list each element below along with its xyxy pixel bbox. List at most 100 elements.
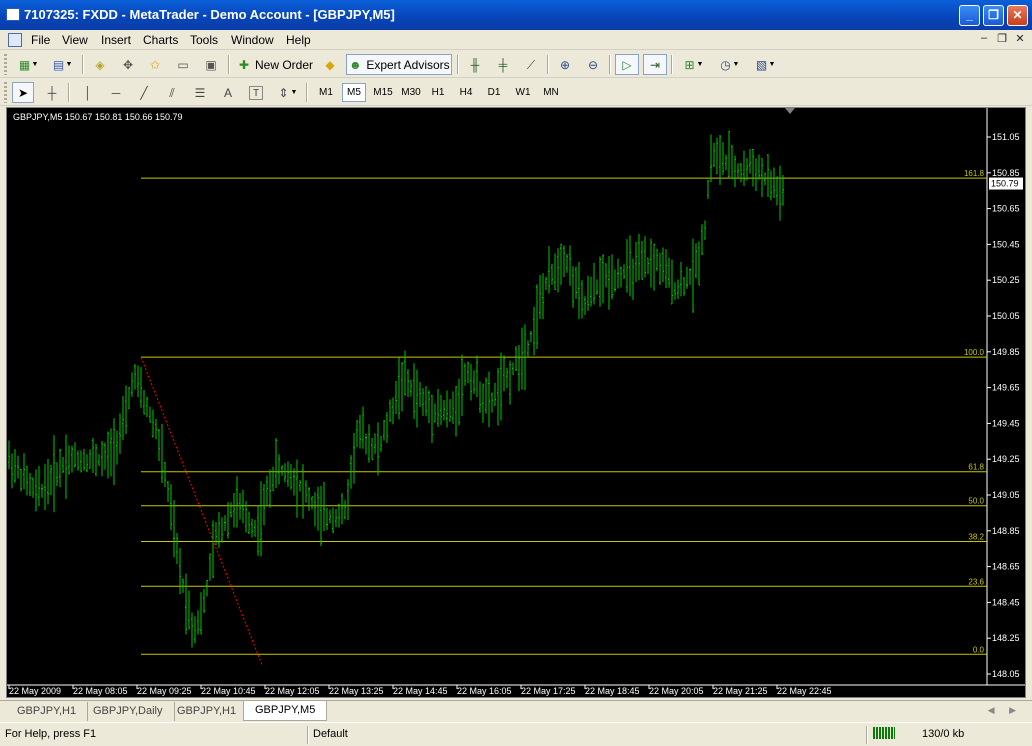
expert-advisors-button[interactable]: ☻ Expert Advisors — [346, 54, 452, 75]
metaeditor-button[interactable]: ◆ — [318, 54, 342, 75]
fibonacci-tool[interactable]: ☰ — [188, 82, 212, 103]
autoscroll-icon: ▷ — [622, 57, 632, 72]
menu-file[interactable]: File — [31, 33, 50, 47]
trendline-tool[interactable]: ╱ — [132, 82, 156, 103]
timeframe-h1[interactable]: H1 — [426, 83, 450, 102]
timeframe-m1[interactable]: M1 — [314, 83, 338, 102]
strategy-tester-button[interactable]: ▣ — [199, 54, 223, 75]
navigator-button[interactable]: ✩ — [143, 54, 167, 75]
toolbar-grip[interactable] — [4, 54, 7, 75]
equidistant-channel-tool[interactable]: ⫽ — [160, 82, 184, 103]
menu-charts[interactable]: Charts — [143, 33, 178, 47]
data-window-button[interactable]: ✥ — [116, 54, 140, 75]
bar-chart-button[interactable]: ╫ — [463, 54, 487, 75]
new-order-button[interactable]: ✚ New Order — [234, 54, 316, 75]
menu-help[interactable]: Help — [286, 33, 311, 47]
tab-gbpjpy-h1[interactable]: GBPJPY,H1 — [6, 702, 89, 721]
market-watch-icon: ◈ — [95, 57, 105, 72]
text-tool[interactable]: A — [216, 82, 240, 103]
chart-shift-button[interactable]: ⇥ — [643, 54, 667, 75]
price-label: 150.05 — [992, 311, 1020, 321]
templates-button[interactable]: ▧ ▼ — [749, 54, 781, 75]
maximize-button[interactable]: ❐ — [983, 5, 1004, 26]
dropdown-arrow-icon: ▼ — [31, 61, 39, 68]
menu-tools[interactable]: Tools — [190, 33, 218, 47]
time-label: 22 May 12:05 — [265, 686, 320, 696]
clock-icon: ◷ — [720, 57, 731, 72]
timeframe-h4[interactable]: H4 — [454, 83, 478, 102]
timeframe-m5[interactable]: M5 — [342, 83, 366, 102]
tab-gbpjpy-m5[interactable]: GBPJPY,M5 — [243, 701, 328, 721]
separator — [609, 55, 611, 74]
zoom-in-button[interactable]: ⊕ — [553, 54, 577, 75]
chart-window[interactable]: GBPJPY,M5 150.67 150.81 150.66 150.79 15… — [6, 107, 1026, 698]
tab-gbpjpy-h1-2[interactable]: GBPJPY,H1 — [166, 702, 249, 721]
fib-level-label: 61.8 — [968, 463, 984, 472]
candlestick-button[interactable]: ╪ — [491, 54, 515, 75]
chart-shift-marker — [785, 108, 795, 114]
separator — [82, 55, 84, 74]
status-profile[interactable]: Default — [313, 726, 348, 744]
tab-gbpjpy-daily[interactable]: GBPJPY,Daily — [82, 702, 175, 721]
mdi-restore-button[interactable]: ❐ — [995, 32, 1009, 45]
trendline-icon: ╱ — [140, 85, 148, 100]
time-label: 22 May 17:25 — [521, 686, 576, 696]
price-label: 148.85 — [992, 526, 1020, 536]
profiles-button[interactable]: ▤ ▼ — [46, 54, 78, 75]
minimize-button[interactable]: _ — [959, 5, 980, 26]
price-label: 149.85 — [992, 347, 1020, 357]
crosshair-tool[interactable]: ┼ — [40, 82, 64, 103]
status-divider — [307, 726, 309, 744]
timeframe-m15[interactable]: M15 — [370, 83, 396, 102]
crosshair-icon: ┼ — [47, 85, 57, 100]
title-bar[interactable]: 7107325: FXDD - MetaTrader - Demo Accoun… — [0, 0, 1032, 30]
market-watch-button[interactable]: ◈ — [88, 54, 112, 75]
menu-window[interactable]: Window — [231, 33, 274, 47]
menu-view[interactable]: View — [62, 33, 88, 47]
fib-level-label: 23.6 — [968, 577, 984, 586]
cursor-tool[interactable]: ➤ — [12, 82, 34, 103]
mdi-minimize-button[interactable]: – — [977, 32, 991, 44]
timeframe-w1[interactable]: W1 — [510, 83, 536, 102]
arrow-cursor-icon: ➤ — [17, 85, 29, 100]
document-icon[interactable] — [8, 33, 22, 47]
indicators-button[interactable]: ⊞ ▼ — [677, 54, 709, 75]
toolbar-grip[interactable] — [4, 82, 7, 103]
time-label: 22 May 08:05 — [73, 686, 128, 696]
expert-advisors-icon: ☻ — [348, 57, 362, 72]
price-chart[interactable]: GBPJPY,M5 150.67 150.81 150.66 150.79 15… — [7, 108, 1025, 697]
time-label: 22 May 20:05 — [649, 686, 704, 696]
arrows-icon: ⇕ — [278, 85, 289, 100]
separator — [228, 55, 230, 74]
connection-status-icon[interactable] — [873, 727, 895, 739]
zoom-out-button[interactable]: ⊖ — [581, 54, 605, 75]
timeframe-d1[interactable]: D1 — [482, 83, 506, 102]
line-chart-button[interactable]: ⟋ — [519, 54, 543, 75]
line-chart-icon: ⟋ — [526, 57, 536, 72]
mdi-close-button[interactable]: ✕ — [1013, 32, 1027, 45]
autoscroll-button[interactable]: ▷ — [615, 54, 639, 75]
candlestick-icon: ╪ — [498, 57, 508, 72]
price-label: 151.05 — [992, 132, 1020, 142]
text-label-tool[interactable]: T — [244, 82, 268, 103]
terminal-button[interactable]: ▭ — [171, 54, 195, 75]
chart-header: GBPJPY,M5 150.67 150.81 150.66 150.79 — [13, 112, 182, 122]
new-chart-button[interactable]: ▦ ▼ — [12, 54, 44, 75]
dropdown-arrow-icon: ▼ — [768, 61, 776, 68]
timeframe-m30[interactable]: M30 — [398, 83, 424, 102]
vertical-line-tool[interactable]: │ — [76, 82, 100, 103]
arrows-tool[interactable]: ⇕ ▼ — [272, 82, 302, 103]
time-label: 22 May 22:45 — [777, 686, 832, 696]
tab-scroll-arrows[interactable]: ◀ ▶ — [988, 705, 1022, 716]
menu-insert[interactable]: Insert — [101, 33, 131, 47]
bar-chart-icon: ╫ — [470, 57, 480, 72]
dropdown-arrow-icon: ▼ — [65, 61, 73, 68]
horizontal-line-tool[interactable]: ─ — [104, 82, 128, 103]
profiles-icon: ▤ — [52, 57, 65, 72]
price-label: 148.05 — [992, 669, 1020, 679]
drawing-toolbar: ➤ ┼ │ ─ ╱ ⫽ ☰ A T ⇕ ▼ M1 M5 M15 M30 H1 H4… — [0, 79, 1032, 106]
timeframe-mn[interactable]: MN — [538, 83, 564, 102]
indicators-icon: ⊞ — [684, 57, 695, 72]
periodicity-button[interactable]: ◷ ▼ — [713, 54, 745, 75]
close-button[interactable]: ✕ — [1007, 5, 1028, 26]
